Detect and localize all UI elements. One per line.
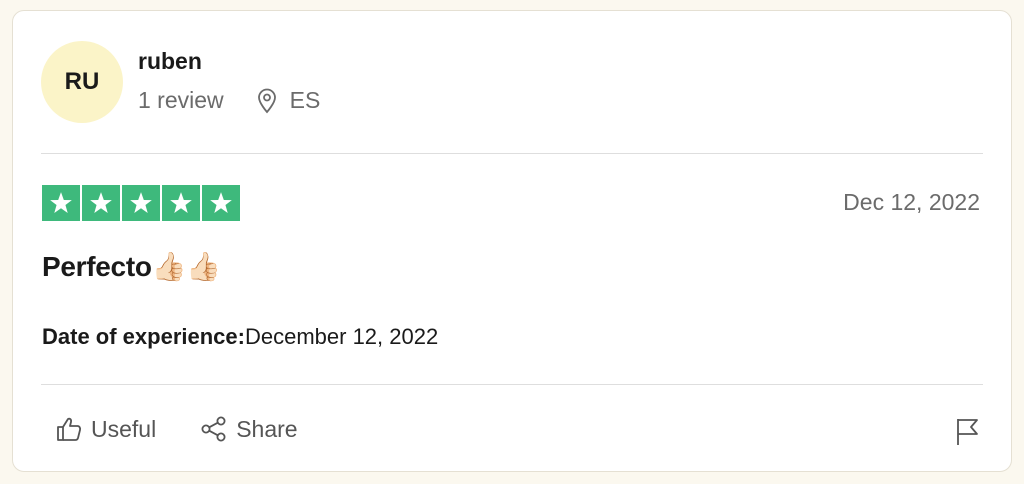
star-icon <box>82 185 120 221</box>
useful-label: Useful <box>91 415 157 442</box>
share-button[interactable]: Share <box>200 415 298 443</box>
thumbs-up-icon <box>57 417 82 441</box>
country-code: ES <box>289 87 321 113</box>
experience-label: Date of experience: <box>42 324 245 349</box>
review-count: 1 review <box>138 87 224 113</box>
review-title[interactable]: Perfecto👍🏻👍🏻 <box>42 250 221 283</box>
star-icon <box>122 185 160 221</box>
star-icon <box>202 185 240 221</box>
star-icon <box>42 185 80 221</box>
share-label: Share <box>236 415 298 442</box>
footer-divider <box>41 384 983 385</box>
star-icon <box>162 185 200 221</box>
report-button[interactable] <box>953 415 981 452</box>
reviewer-meta: 1 review ES <box>138 87 320 114</box>
useful-button[interactable]: Useful <box>55 415 156 443</box>
location-pin-icon <box>257 88 276 113</box>
date-of-experience: Date of experience:December 12, 2022 <box>42 324 438 350</box>
flag-icon <box>957 419 978 445</box>
review-card: RU ruben 1 review ES Dec 12, 2022 Perfec… <box>12 10 1012 472</box>
star-rating <box>42 185 240 221</box>
share-icon <box>201 416 226 442</box>
review-date: Dec 12, 2022 <box>843 189 980 215</box>
review-actions: Useful Share <box>55 415 298 443</box>
avatar[interactable]: RU <box>41 41 123 123</box>
reviewer-name[interactable]: ruben <box>138 48 202 75</box>
header-divider <box>41 153 983 154</box>
experience-date: December 12, 2022 <box>244 324 439 349</box>
reviewer-location: ES <box>256 87 321 114</box>
